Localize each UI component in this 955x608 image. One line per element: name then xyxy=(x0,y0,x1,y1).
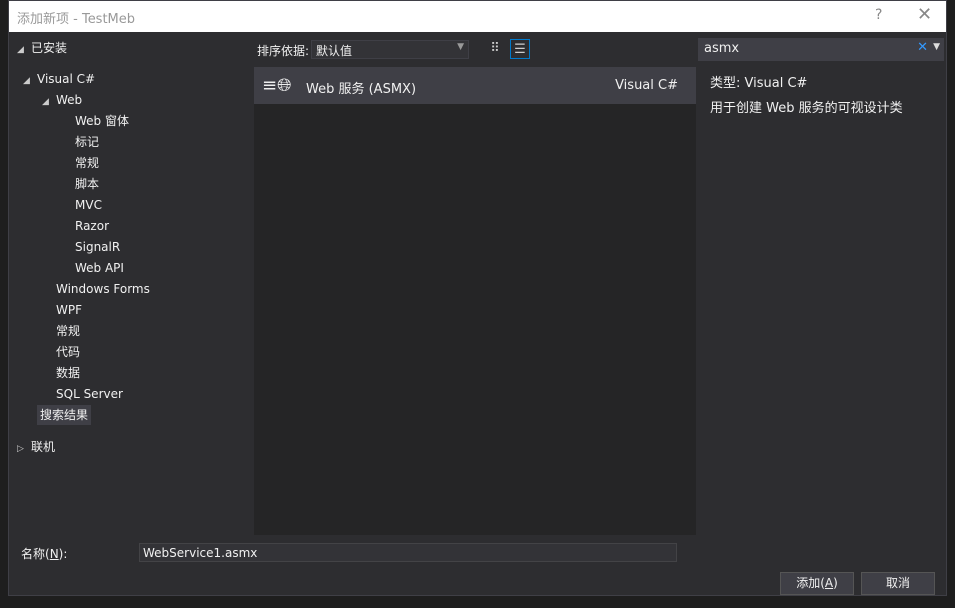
tree-node[interactable]: SignalR xyxy=(75,237,120,257)
tree-node[interactable]: 常规 xyxy=(75,153,99,173)
tree-node[interactable]: 常规 xyxy=(56,321,80,341)
add-button[interactable]: 添加(A) xyxy=(780,572,854,595)
tree-node[interactable]: 脚本 xyxy=(75,174,99,194)
tree-node[interactable]: WPF xyxy=(56,300,82,320)
expand-arrow-icon[interactable]: ▷ xyxy=(17,439,31,459)
template-list: ≡🌐︎ Web 服务 (ASMX) Visual C# xyxy=(254,67,696,535)
tree-node-label: 已安装 xyxy=(31,41,68,55)
collapse-arrow-icon[interactable]: ◢ xyxy=(17,40,31,60)
tree-node[interactable]: ◢ 已安装 xyxy=(17,38,67,58)
chevron-down-icon: ▼ xyxy=(457,42,464,52)
tree-node[interactable]: 标记 xyxy=(75,132,99,152)
tree-node-label: Visual C# xyxy=(37,72,96,86)
tree-node-label: MVC xyxy=(75,198,102,212)
tree-node[interactable]: ▷ 联机 xyxy=(17,437,55,457)
add-new-item-dialog: 添加新项 - TestMeb ? ✕ ◢ 已安装 ◢ Visual C# ◢ Web Web… xyxy=(8,0,947,596)
type-value: Visual C# xyxy=(744,76,808,91)
tree-node[interactable]: ◢ Web xyxy=(42,90,82,110)
tree-node-label: SQL Server xyxy=(56,387,123,401)
tree-node[interactable]: 搜索结果 xyxy=(37,405,92,425)
web-service-globe-icon: ≡🌐︎ xyxy=(262,75,292,96)
close-button[interactable]: ✕ xyxy=(917,4,932,25)
tree-node[interactable]: Windows Forms xyxy=(56,279,150,299)
item-name: Web 服务 (ASMX) xyxy=(306,82,417,97)
item-description: 用于创建 Web 服务的可视设计类 xyxy=(710,101,903,116)
tree-node[interactable]: 代码 xyxy=(56,342,80,362)
chevron-down-icon[interactable]: ▼ xyxy=(933,42,940,52)
tree-node-label: WPF xyxy=(56,303,83,317)
tree-node-label: 搜索结果 xyxy=(40,408,89,422)
tree-node[interactable]: Razor xyxy=(75,216,109,236)
tree-node-label: Razor xyxy=(75,219,110,233)
tree-node-label: 标记 xyxy=(75,135,100,149)
collapse-arrow-icon[interactable]: ◢ xyxy=(23,71,37,91)
type-label: 类型: xyxy=(710,76,741,91)
tree-node[interactable]: 数据 xyxy=(56,363,80,383)
list-view-icon[interactable]: ☰ xyxy=(510,39,530,59)
tree-node-label: Web xyxy=(56,93,83,107)
name-label: 名称(N): xyxy=(21,547,68,561)
search-input[interactable]: asmx xyxy=(704,41,739,56)
tree-node-label: 常规 xyxy=(56,324,81,338)
help-button[interactable]: ? xyxy=(875,7,882,23)
name-input[interactable] xyxy=(139,543,677,562)
tree-node[interactable]: MVC xyxy=(75,195,102,215)
tree-node-label: Windows Forms xyxy=(56,282,150,296)
tree-node[interactable]: SQL Server xyxy=(56,384,123,404)
cancel-button[interactable]: 取消 xyxy=(861,572,935,595)
item-language: Visual C# xyxy=(615,78,678,93)
tree-node-label: SignalR xyxy=(75,240,121,254)
tree-node[interactable]: Web API xyxy=(75,258,124,278)
tree-node[interactable]: ◢ Visual C# xyxy=(23,69,95,89)
tree-node[interactable]: Web 窗体 xyxy=(75,111,129,131)
sort-dropdown[interactable]: 默认值 ▼ xyxy=(311,40,469,59)
template-tree: ◢ 已安装 ◢ Visual C# ◢ Web Web 窗体 标记 常规 脚本 MVC Razor Si… xyxy=(9,32,252,502)
tree-node-label: 联机 xyxy=(31,440,56,454)
collapse-arrow-icon[interactable]: ◢ xyxy=(42,92,56,112)
list-item[interactable]: ≡🌐︎ Web 服务 (ASMX) Visual C# xyxy=(254,67,696,104)
tree-node-label: 数据 xyxy=(56,366,81,380)
title-bar: 添加新项 - TestMeb ? ✕ xyxy=(9,1,946,32)
grid-view-icon[interactable]: ⠿ xyxy=(485,39,505,59)
tree-node-label: Web 窗体 xyxy=(75,114,129,128)
tree-node-label: Web API xyxy=(75,261,124,275)
tree-node-label: 脚本 xyxy=(75,177,100,191)
details-panel: 类型: Visual C# 用于创建 Web 服务的可视设计类 xyxy=(710,71,903,121)
search-box[interactable]: asmx ✕ ▼ xyxy=(698,38,944,61)
dialog-title: 添加新项 - TestMeb xyxy=(17,12,136,27)
list-toolbar: 排序依据: 默认值 ▼ ⠿ ☰ xyxy=(254,37,698,63)
clear-search-icon[interactable]: ✕ xyxy=(917,40,928,55)
tree-node-label: 常规 xyxy=(75,156,100,170)
sort-value: 默认值 xyxy=(316,44,353,58)
sort-label: 排序依据: xyxy=(257,44,310,58)
tree-node-label: 代码 xyxy=(56,345,81,359)
